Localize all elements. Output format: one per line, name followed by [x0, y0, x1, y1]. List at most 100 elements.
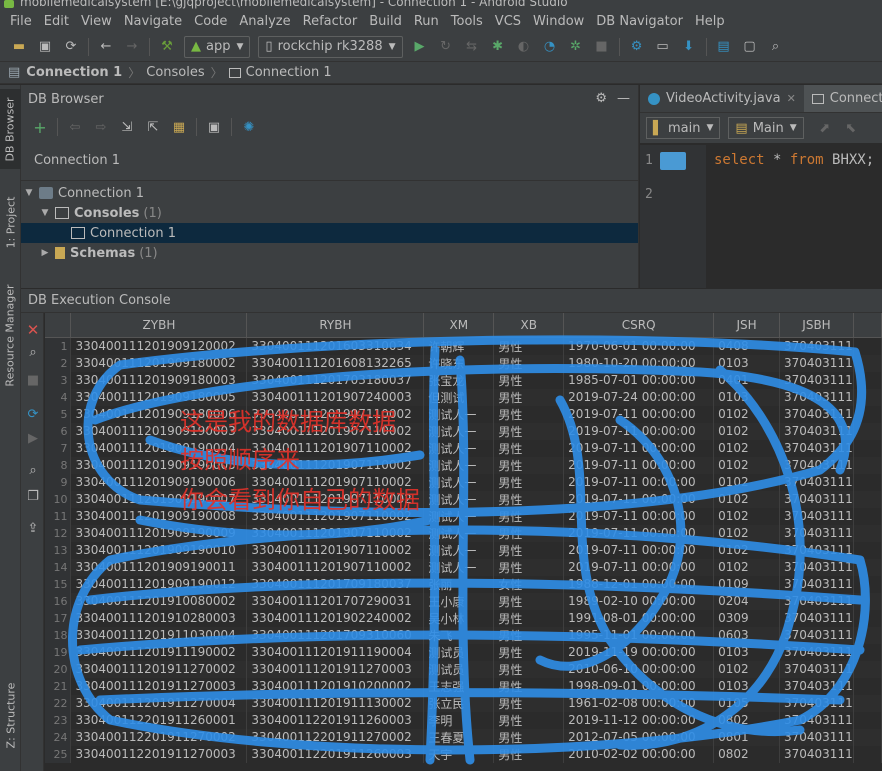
table-cell[interactable]: 370403111 [779, 643, 854, 661]
table-cell[interactable]: 男性 [493, 354, 565, 372]
expanded-triangle-icon[interactable]: ▼ [23, 188, 35, 198]
table-cell[interactable]: 370403111 [779, 473, 854, 491]
column-header[interactable]: RYBH [246, 313, 425, 338]
table-row[interactable]: 14 330400111201909190011 33040011120190711… [45, 558, 882, 576]
table-cell[interactable]: 1961-02-08 00:00:00 [563, 694, 715, 712]
table-cell[interactable]: 370403111 [779, 405, 854, 423]
table-cell[interactable]: 男性 [493, 337, 565, 355]
table-cell[interactable]: 330400112201911260003 [246, 711, 425, 729]
table-cell[interactable]: 330400112201911270002 [246, 728, 425, 746]
menu-db-navigator[interactable]: DB Navigator [590, 14, 689, 29]
table-cell[interactable]: 370403111 [779, 609, 854, 627]
table-cell[interactable]: 男性 [493, 371, 565, 389]
table-cell[interactable]: 0103 [713, 677, 780, 695]
table-row[interactable]: 21 330400111201911270003 33040011120191020… [45, 677, 882, 695]
table-cell-overflow[interactable] [853, 575, 882, 593]
table-cell[interactable]: 330400111201902240002 [246, 609, 425, 627]
table-cell[interactable]: 女性 [493, 575, 565, 593]
open-folder-icon[interactable]: ▬ [11, 39, 27, 55]
table-cell[interactable]: 0105 [713, 694, 780, 712]
table-cell[interactable]: 370403111 [779, 490, 854, 508]
table-cell[interactable]: 370403111 [779, 422, 854, 440]
table-cell[interactable]: 男性 [493, 388, 565, 406]
table-row[interactable]: 11 330400111201909190008 33040011120190711… [45, 507, 882, 525]
column-header[interactable]: XB [493, 313, 565, 338]
table-cell[interactable]: 男性 [493, 694, 565, 712]
table-icon[interactable] [660, 152, 686, 170]
table-row[interactable]: 15 330400111201909190012 33040011120170918… [45, 575, 882, 593]
table-cell[interactable]: 2019-07-11 00:00:00 [563, 558, 715, 576]
filter-icon[interactable]: ▦ [171, 119, 187, 135]
table-row[interactable]: 16 330400111201910080002 33040011120170729… [45, 592, 882, 610]
table-cell-overflow[interactable] [853, 728, 882, 746]
table-cell[interactable]: 330400111201907110002 [246, 524, 425, 542]
table-cell[interactable]: 测试员 [423, 660, 495, 678]
menu-help[interactable]: Help [689, 14, 731, 29]
table-cell[interactable]: 1995-11-01 00:00:00 [563, 626, 715, 644]
run-icon[interactable]: ▶ [412, 39, 428, 55]
table-cell[interactable]: 370403111 [779, 660, 854, 678]
save-all-icon[interactable]: ▣ [37, 39, 53, 55]
collapsed-triangle-icon[interactable]: ▶ [39, 248, 51, 258]
table-row[interactable]: 5 330400111201909180006 330400111201907110… [45, 405, 882, 423]
table-cell[interactable]: 370403111 [779, 745, 854, 763]
table-cell[interactable]: 1989-02-10 00:00:00 [563, 592, 715, 610]
table-cell[interactable]: 许晓东 [423, 354, 495, 372]
table-cell[interactable]: 370403111 [779, 541, 854, 559]
table-cell[interactable]: 2010-06-10 00:00:00 [563, 660, 715, 678]
forward-icon[interactable]: → [124, 39, 140, 55]
table-row[interactable]: 23 330400112201911260001 33040011220191126… [45, 711, 882, 729]
table-cell[interactable]: 男性 [493, 456, 565, 474]
table-cell[interactable]: 测试人一 [423, 422, 495, 440]
table-cell[interactable]: 370403111 [779, 507, 854, 525]
menu-navigate[interactable]: Navigate [118, 14, 188, 29]
table-cell[interactable]: 330400111201911270003 [70, 677, 248, 695]
table-cell[interactable]: 男性 [493, 677, 565, 695]
table-cell[interactable]: 370403111 [779, 456, 854, 474]
table-cell[interactable]: 0204 [713, 592, 780, 610]
table-cell[interactable]: 370403111 [779, 524, 854, 542]
table-cell[interactable]: 男性 [493, 490, 565, 508]
table-cell[interactable]: 0102 [713, 456, 780, 474]
table-cell[interactable]: 370403111 [779, 371, 854, 389]
table-row[interactable]: 6 330400111201909190003 330400111201907110… [45, 422, 882, 440]
table-cell[interactable]: 0102 [713, 660, 780, 678]
breadcrumb-connection[interactable]: ▤ Connection 1 [8, 65, 122, 80]
expanded-triangle-icon[interactable]: ▼ [39, 208, 51, 218]
table-cell[interactable]: 0401 [713, 371, 780, 389]
table-cell[interactable]: 0102 [713, 558, 780, 576]
table-row[interactable]: 1 330400111201909120002 330400111201603310… [45, 337, 882, 355]
table-cell[interactable]: 张丽 [423, 575, 495, 593]
settings-icon[interactable]: ✺ [241, 119, 257, 135]
table-cell[interactable]: 1980-10-20 00:00:00 [563, 354, 715, 372]
table-cell[interactable]: 330400111201608132265 [246, 354, 425, 372]
expand-all-icon[interactable]: ⇲ [119, 119, 135, 135]
table-cell[interactable]: 330400111201709180037 [246, 575, 425, 593]
close-icon[interactable]: ✕ [25, 321, 41, 339]
table-cell[interactable]: 男性 [493, 422, 565, 440]
table-cell[interactable]: 测试人一 [423, 490, 495, 508]
table-cell[interactable]: 330400111201703180037 [246, 371, 425, 389]
table-row[interactable]: 25 330400112201911270003 33040011220191126… [45, 745, 882, 763]
menu-vcs[interactable]: VCS [489, 14, 527, 29]
table-row[interactable]: 19 330400111201911190002 33040011120191119… [45, 643, 882, 661]
apply-code-changes-icon[interactable]: ⇆ [464, 39, 480, 55]
table-cell[interactable]: 330400111201909190009 [70, 524, 248, 542]
debug-icon[interactable]: ✱ [490, 39, 506, 55]
menu-code[interactable]: Code [188, 14, 233, 29]
column-header-overflow[interactable] [853, 313, 882, 338]
menu-view[interactable]: View [75, 14, 118, 29]
table-cell[interactable]: 测试人一 [423, 439, 495, 457]
table-cell-overflow[interactable] [853, 626, 882, 644]
back-icon[interactable]: ← [98, 39, 114, 55]
module-selector[interactable]: ▲ app ▼ [184, 35, 251, 58]
table-cell[interactable]: 2019-07-24 00:00:00 [563, 388, 715, 406]
table-cell[interactable]: 吴小林 [423, 609, 495, 627]
table-cell[interactable]: 男性 [493, 626, 565, 644]
table-cell[interactable]: 330400111201911030004 [70, 626, 248, 644]
table-cell[interactable]: 370403111 [779, 439, 854, 457]
layout-inspector-icon[interactable]: ▢ [742, 39, 758, 55]
reload-icon[interactable]: ⟳ [25, 407, 41, 423]
sync-icon[interactable]: ⟳ [63, 39, 79, 55]
table-cell[interactable]: 330400111201911190002 [70, 643, 248, 661]
